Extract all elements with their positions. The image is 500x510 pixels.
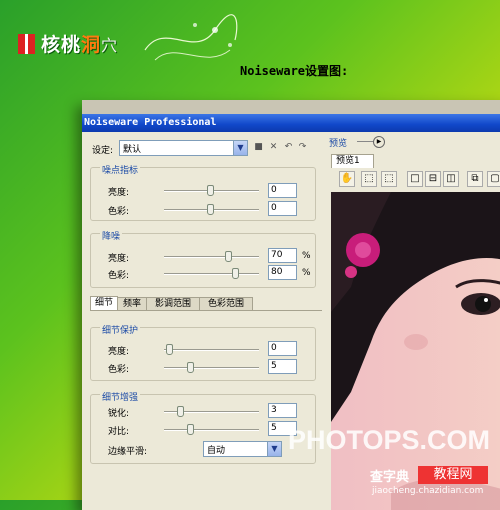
window-title: Noiseware Professional (84, 117, 217, 128)
tab-detail[interactable]: 细节 (90, 296, 118, 311)
watermark-url: jiaocheng.chazidian.com (372, 486, 484, 496)
noise-reduction-color-value: 80 (271, 267, 283, 277)
detail-protection-color-label: 色彩: (108, 365, 130, 375)
noise-reduction-color-percent: % (302, 268, 311, 278)
noise-reduction-color-input[interactable]: 80 (268, 265, 297, 280)
noise-level-color-slider[interactable] (206, 204, 214, 215)
noise-reduction-color-slider[interactable] (231, 268, 239, 279)
detail-protection-luminance-track[interactable] (164, 349, 259, 351)
noise-level-luminance-label: 亮度: (108, 188, 130, 198)
noise-reduction-luminance-value: 70 (271, 250, 283, 260)
chevron-down-icon[interactable]: ▼ (233, 141, 247, 155)
hand-tool-icon[interactable]: ✋ (339, 171, 355, 187)
save-icon[interactable]: ■ (253, 142, 264, 153)
detail-protection-luminance-value: 0 (271, 343, 277, 353)
contrast-value: 5 (271, 423, 277, 433)
tab-bar: 细节 频率 影调范围 色彩范围 (90, 296, 322, 311)
noise-level-luminance-value: 0 (271, 185, 277, 195)
split-vertical-icon[interactable]: ◫ (443, 171, 459, 187)
watermark-site-b: 教程网 (418, 466, 488, 484)
delete-icon[interactable]: ✕ (268, 142, 279, 153)
watermark-site-a: 查字典 (370, 470, 410, 485)
window-titlebar[interactable]: Noiseware Professional (82, 114, 500, 132)
settings-select[interactable]: 默认 ▼ (119, 140, 248, 156)
detail-protection-luminance-label: 亮度: (108, 347, 130, 357)
noise-level-luminance-slider[interactable] (206, 185, 214, 196)
noise-reduction-color-track[interactable] (164, 273, 259, 275)
detail-enhancement-title: 细节增强 (100, 390, 141, 403)
tab-detail-label: 细节 (94, 298, 113, 308)
tab-frequency-label: 频率 (122, 299, 141, 309)
contrast-label: 对比: (108, 427, 130, 437)
detail-protection-luminance-slider[interactable] (165, 344, 173, 355)
preview-divider (357, 141, 373, 142)
noise-reduction-color-label: 色彩: (108, 271, 130, 281)
contrast-slider[interactable] (187, 424, 195, 435)
detail-protection-luminance-input[interactable]: 0 (268, 341, 297, 356)
noise-level-color-input[interactable]: 0 (268, 201, 297, 216)
detail-protection-title: 细节保护 (100, 323, 141, 336)
sharpen-input[interactable]: 3 (268, 403, 297, 418)
logo-text-b: 洞 (81, 34, 102, 56)
window-top-strip (82, 100, 500, 114)
page: 核桃洞穴 Noiseware设置图: Noiseware Professiona… (0, 0, 500, 510)
chevron-down-icon[interactable]: ▼ (267, 442, 281, 456)
logo-mark-icon (18, 33, 35, 54)
add-selection-icon[interactable]: ⬚ (381, 171, 397, 187)
tab-tonal-range[interactable]: 影调范围 (146, 297, 200, 311)
settings-select-value: 默认 (123, 145, 142, 155)
sharpen-label: 锐化: (108, 409, 130, 419)
tab-color-range-label: 色彩范围 (207, 299, 244, 309)
page-heading: Noiseware设置图: (240, 64, 349, 78)
noise-level-color-label: 色彩: (108, 207, 130, 217)
edge-smoothing-select[interactable]: 自动 ▼ (203, 441, 282, 457)
play-icon[interactable]: ▶ (373, 136, 385, 148)
tab-color-range[interactable]: 色彩范围 (199, 297, 253, 311)
tab-preview-1[interactable]: 预览1 (331, 154, 374, 168)
single-view-icon[interactable]: □ (407, 171, 423, 187)
logo-text-a: 核桃 (41, 34, 82, 56)
redo-icon[interactable]: ↷ (297, 142, 308, 153)
logo-text-c: 穴 (101, 36, 119, 55)
detail-protection-color-track[interactable] (164, 367, 259, 369)
noise-reduction-luminance-slider[interactable] (224, 251, 232, 262)
noise-level-color-value: 0 (271, 203, 277, 213)
logo: 核桃洞穴 (18, 30, 118, 57)
noise-reduction-title: 降噪 (100, 229, 123, 242)
preview-image[interactable] (331, 192, 500, 510)
noise-reduction-luminance-input[interactable]: 70 (268, 248, 297, 263)
noise-level-title: 噪点指标 (100, 163, 141, 176)
noise-reduction-luminance-label: 亮度: (108, 254, 130, 264)
settings-panel: 设定: 默认 ▼ ■ ✕ ↶ ↷ 噪点指标 亮度: 0 色彩: 0 降噪 亮度: (82, 134, 322, 510)
settings-label: 设定: (92, 146, 114, 156)
detail-protection-color-input[interactable]: 5 (268, 359, 297, 374)
preview-title: 预览 (329, 139, 348, 149)
noise-reduction-luminance-track[interactable] (164, 256, 259, 258)
tab-frequency[interactable]: 频率 (117, 297, 147, 311)
tab-tonal-range-label: 影调范围 (154, 299, 191, 309)
preview-tab-label: 预览1 (336, 156, 360, 166)
noise-level-luminance-input[interactable]: 0 (268, 183, 297, 198)
close-preview-icon[interactable]: ▢ (487, 171, 500, 187)
noise-reduction-luminance-percent: % (302, 251, 311, 261)
split-horizontal-icon[interactable]: ⊟ (425, 171, 441, 187)
edge-smoothing-value: 自动 (207, 446, 226, 456)
edge-smoothing-label: 边缘平滑: (108, 447, 148, 457)
contrast-track[interactable] (164, 429, 259, 431)
logo-text: 核桃洞穴 (41, 30, 118, 57)
sharpen-slider[interactable] (177, 406, 185, 417)
new-preview-icon[interactable]: ⧉ (467, 171, 483, 187)
preview-photo-art (331, 192, 500, 510)
sharpen-value: 3 (271, 405, 277, 415)
marquee-icon[interactable]: ⬚ (361, 171, 377, 187)
detail-protection-color-value: 5 (271, 361, 277, 371)
detail-protection-color-slider[interactable] (187, 362, 195, 373)
watermark-brand: PHOTOPS.COM (288, 425, 491, 455)
decorative-swirl-icon (144, 14, 238, 61)
undo-icon[interactable]: ↶ (283, 142, 294, 153)
